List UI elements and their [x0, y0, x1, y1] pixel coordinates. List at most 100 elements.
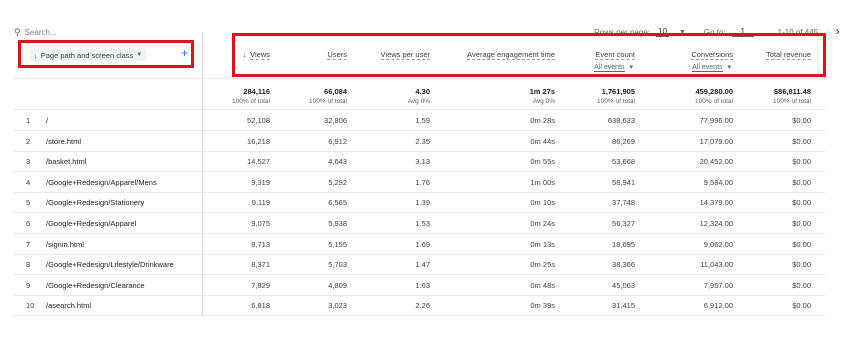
metric-cell: 2.35 — [415, 136, 430, 146]
page-path-cell[interactable]: /asearch.html — [46, 301, 91, 310]
metric-cell: 1m 00s — [530, 177, 555, 187]
metric-cell: 638,633 — [607, 116, 635, 125]
page-path-cell[interactable]: /Google+Redesign/Apparel — [46, 219, 136, 228]
metric-cell: 0m 44s — [530, 136, 555, 146]
metric-cell: $0.00 — [792, 116, 811, 125]
page-path-cell[interactable]: /Google+Redesign/Clearance — [46, 281, 145, 290]
row-number: 8 — [26, 260, 31, 270]
column-total-label: 100% of total — [309, 98, 347, 105]
row-number: 3 — [26, 157, 31, 167]
metric-cell: 14,527 — [247, 157, 270, 167]
metric-cell: 11,043.00 — [700, 260, 733, 270]
column-total-label: Avg 0% — [407, 98, 430, 105]
metric-cell: 3.13 — [415, 157, 430, 167]
header-divider — [14, 78, 825, 79]
row-divider — [14, 315, 825, 317]
next-page-icon[interactable]: › — [836, 26, 840, 38]
column-total: 1m 27s — [529, 87, 555, 96]
metric-cell: 56,327 — [612, 219, 635, 228]
column-total: 66,084 — [324, 87, 347, 96]
search-input[interactable]: Search... — [25, 28, 57, 37]
metric-cell: 5,155 — [328, 239, 347, 249]
prev-page-icon[interactable]: ‹ — [826, 26, 830, 38]
column-total-label: Avg 0% — [532, 98, 555, 105]
metric-cell: 0m 55s — [530, 157, 555, 167]
metric-cell: 0m 10s — [530, 198, 555, 208]
metric-cell: 17,079.00 — [699, 136, 733, 146]
metric-cell: 32,806 — [324, 116, 347, 125]
metric-cell: 4,809 — [328, 280, 347, 290]
page-path-cell[interactable]: /basket.html — [46, 157, 86, 166]
column-total: 459,280.00 — [695, 87, 733, 96]
metric-cell: 1.63 — [415, 280, 430, 290]
page-path-cell[interactable]: /Google+Redesign/Lifestyle/Drinkware — [46, 260, 174, 269]
metric-cell: 9,319 — [251, 177, 270, 187]
metric-cell: $0.00 — [792, 177, 811, 187]
metric-cell: 9,062.00 — [703, 239, 733, 249]
metric-cell: 38,366 — [612, 260, 635, 270]
metric-cell: $0.00 — [792, 301, 811, 311]
metric-cell: $0.00 — [792, 239, 811, 249]
metric-cell: 9,075 — [251, 219, 270, 228]
metric-cell: 14,379.00 — [699, 198, 733, 208]
metric-cell: 2.26 — [415, 301, 430, 311]
metric-cell: 18,695 — [612, 239, 635, 249]
metric-cell: 37,748 — [612, 198, 635, 208]
page-path-cell[interactable]: /store.html — [46, 137, 81, 146]
metric-cell: $0.00 — [792, 198, 811, 208]
metric-cell: 6,818 — [251, 301, 270, 311]
metric-cell: $0.00 — [792, 219, 811, 228]
metric-cell: $0.00 — [792, 157, 811, 167]
metric-cell: 0m 28s — [530, 116, 555, 125]
metric-cell: 1.69 — [415, 239, 430, 249]
row-number: 7 — [26, 239, 31, 249]
metric-cell: 1.59 — [415, 116, 430, 125]
metric-cell: 5,292 — [328, 177, 347, 187]
column-total-label: 100% of total — [695, 98, 733, 105]
metric-cell: 5,703 — [328, 260, 347, 270]
column-total-label: 100% of total — [773, 98, 811, 105]
row-number: 9 — [26, 280, 31, 290]
metric-cell: 9,119 — [251, 198, 270, 208]
metric-cell: 20,452.00 — [699, 157, 733, 167]
metric-cell: 8,713 — [251, 239, 270, 249]
metric-cell: 53,668 — [612, 157, 635, 167]
column-total: $86,811.48 — [773, 87, 811, 96]
metric-cell: 12,324.00 — [699, 219, 733, 228]
metric-cell: 45,063 — [612, 280, 635, 290]
search-box[interactable]: ⚲ Search... — [14, 25, 214, 39]
page-path-cell[interactable]: / — [46, 116, 48, 125]
search-icon: ⚲ — [14, 26, 21, 37]
metric-cell: 0m 13s — [530, 239, 555, 249]
metric-cell: $0.00 — [792, 260, 811, 270]
metric-cell: 9,584.00 — [703, 177, 733, 187]
metric-cell: $0.00 — [792, 136, 811, 146]
metric-cell: 86,269 — [612, 136, 635, 146]
metric-cell: 8,371 — [251, 260, 270, 270]
column-total: 4.30 — [415, 87, 430, 96]
metric-cell: 77,996.00 — [699, 116, 733, 125]
metric-cell: 16,218 — [247, 136, 270, 146]
metric-cell: 58,941 — [612, 177, 635, 187]
metric-cell: 4,643 — [328, 157, 347, 167]
metric-cell: $0.00 — [792, 280, 811, 290]
metric-cell: 7,957.00 — [703, 280, 733, 290]
page-path-cell[interactable]: /signin.html — [46, 240, 84, 249]
metric-cell: 1.76 — [415, 177, 430, 187]
row-number: 5 — [26, 198, 31, 208]
row-number: 4 — [26, 177, 31, 187]
row-number: 10 — [26, 301, 35, 311]
column-total: 284,116 — [243, 87, 270, 96]
metric-cell: 1.39 — [415, 198, 430, 208]
metric-cell: 0m 39s — [530, 301, 555, 311]
row-number: 6 — [26, 219, 31, 228]
metric-cell: 6,912 — [328, 136, 347, 146]
column-total-label: 100% of total — [232, 98, 270, 105]
metric-cell: 0m 25s — [530, 260, 555, 270]
highlight-box-metrics — [232, 33, 826, 77]
page-path-cell[interactable]: /Google+Redesign/Apparel/Mens — [46, 178, 157, 187]
metric-cell: 6,912.00 — [703, 301, 733, 311]
page-path-cell[interactable]: /Google+Redesign/Stationery — [46, 198, 144, 207]
column-total: 1,761,905 — [601, 87, 635, 96]
metric-cell: 5,938 — [328, 219, 347, 228]
